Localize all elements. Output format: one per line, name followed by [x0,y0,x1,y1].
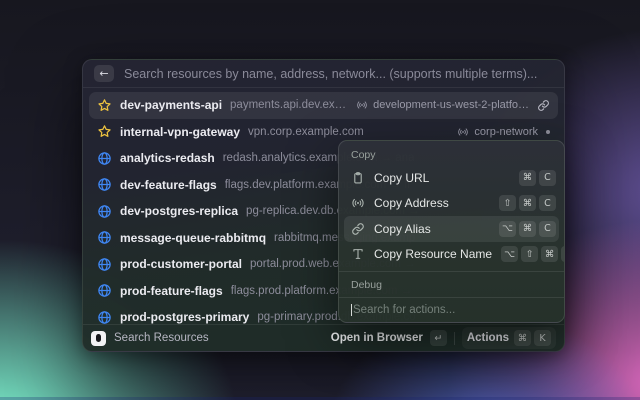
menu-item-label: Copy Resource Name [374,247,493,262]
key-badge: ⌘ [541,246,559,263]
key-badge: ⌘ [519,220,536,237]
actions-search-input[interactable] [353,304,552,316]
key-badge: ⌘ [514,330,531,346]
menu-item-shortcut: ⌘ C [519,169,556,186]
resource-name: prod-feature-flags [120,283,223,298]
menu-items: Copy URL ⌘ C Copy Address ⇧ ⌘ C Copy Alias … [339,165,564,267]
menu-item[interactable]: Copy Resource Name ⌥⇧⌘C [339,242,564,268]
key-badge: C [539,220,556,237]
open-in-browser-button[interactable]: Open in Browser [331,332,423,344]
actions-keys: ⌘ K [514,330,551,346]
key-badge: ⇧ [499,195,516,212]
key-badge: K [534,330,551,346]
menu-search-row [339,297,564,322]
link-icon [537,99,550,112]
command-palette-window: ← dev-payments-api payments.api.dev.exam… [82,59,565,352]
globe-icon [97,257,112,272]
actions-button[interactable]: Actions ⌘ K [461,327,556,349]
resource-name: message-queue-rabbitmq [120,230,267,245]
resource-network: corp-network [474,125,538,138]
actions-label: Actions [466,332,509,344]
menu-item[interactable]: Copy Alias ⌥ ⌘ C [344,216,559,242]
star-icon [97,124,112,139]
clipboard-icon [351,171,365,185]
resource-name: analytics-redash [120,151,215,166]
resource-detail: payments.api.dev.example.com → dev-paym… [230,99,349,112]
menu-item-label: Copy Alias [374,221,431,236]
resource-name: internal-vpn-gateway [120,124,241,139]
app-logo-icon [91,330,106,346]
resource-name: dev-postgres-replica [120,204,239,219]
globe-icon [97,177,112,192]
back-button[interactable]: ← [94,65,114,82]
menu-item-shortcut: ⌥ ⌘ C [499,220,556,237]
signal-icon [457,126,469,138]
key-badge: C [539,169,556,186]
signal-icon [356,99,368,111]
link-icon [351,222,365,236]
key-badge: C [539,195,556,212]
menu-item-shortcut: ⇧ ⌘ C [499,195,556,212]
footer-bar: Search Resources Open in Browser ↵ Actio… [83,324,564,351]
actions-menu: Copy Copy URL ⌘ C Copy Address ⇧ ⌘ C Copy A… [338,140,565,323]
dot-indicator [546,129,550,134]
key-badge: C [561,246,564,263]
menu-item[interactable]: Copy URL ⌘ C [339,165,564,191]
menu-section-copy: Copy [351,149,376,161]
menu-section-debug: Debug [351,279,382,291]
footer-app-label: Search Resources [114,332,209,344]
app-logo-glyph [96,334,101,342]
return-key-badge: ↵ [429,330,447,346]
desktop-background: ← dev-payments-api payments.api.dev.exam… [0,0,640,400]
resource-row[interactable]: dev-payments-api payments.api.dev.exampl… [89,92,558,119]
text-caret [351,304,352,316]
resource-name: prod-postgres-primary [120,310,250,324]
key-badge: ⇧ [521,246,539,263]
key-badge: ⌘ [519,169,536,186]
menu-item-shortcut: ⌥⇧⌘C [501,246,564,263]
resource-network: development-us-west-2-platfo… [373,99,529,112]
signal-icon [351,196,365,210]
star-icon [97,98,112,113]
search-input[interactable] [124,66,553,81]
key-badge: ⌘ [519,195,536,212]
globe-icon [97,230,112,245]
globe-icon [97,151,112,166]
key-badge: ⌥ [499,220,516,237]
resource-name: prod-customer-portal [120,257,243,272]
key-badge: ⌥ [501,246,519,263]
globe-icon [97,310,112,324]
globe-icon [97,204,112,219]
text-icon [351,247,365,261]
menu-item-label: Copy URL [374,170,430,185]
footer-actions: Open in Browser ↵ Actions ⌘ K [331,327,556,349]
resource-detail: vpn.corp.example.com [248,125,364,138]
back-arrow-icon: ← [99,67,109,80]
menu-item[interactable]: Copy Address ⇧ ⌘ C [339,191,564,217]
footer-divider [453,331,455,345]
search-bar: ← [83,60,564,88]
menu-item-label: Copy Address [374,196,449,211]
resource-name: dev-payments-api [120,98,223,113]
resource-name: dev-feature-flags [120,177,217,192]
globe-icon [97,283,112,298]
